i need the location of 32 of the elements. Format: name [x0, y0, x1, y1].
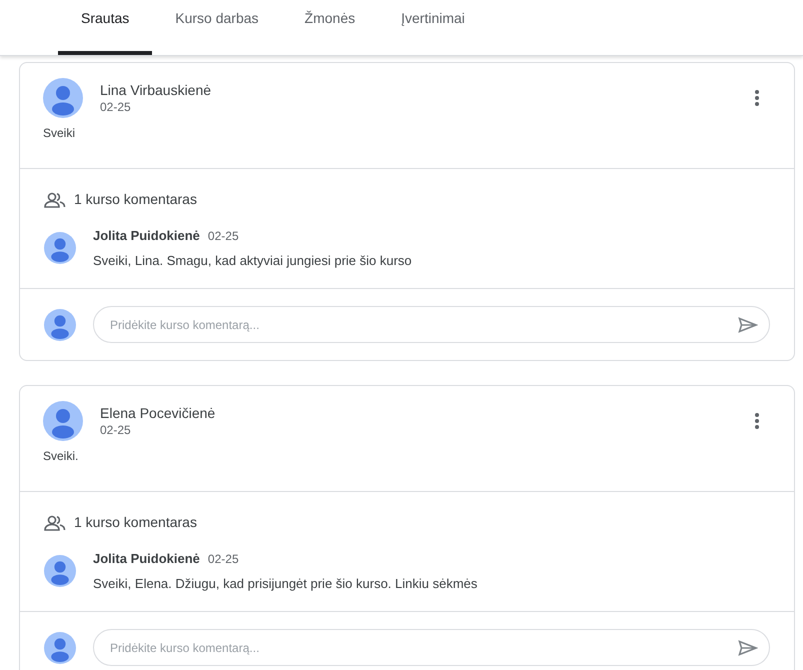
author-name: Elena Pocevičienė	[100, 404, 216, 422]
post-text: Sveiki.	[43, 448, 80, 465]
comment-text: Sveiki, Elena. Džiugu, kad prisijungėt prie šio kurso. Linkiu sėkmės	[93, 574, 478, 593]
comment-date: 02-25	[208, 551, 239, 568]
tab[interactable]: Žmonės	[282, 0, 378, 55]
send-icon[interactable]	[738, 317, 758, 333]
post-date: 02-25	[100, 99, 132, 115]
avatar-icon	[43, 78, 83, 118]
comment-text: Sveiki, Lina. Smagu, kad aktyviai jungiesi prie šio kurso	[93, 252, 412, 270]
author-name: Lina Virbauskienė	[100, 81, 212, 99]
tab[interactable]: Kurso darbas	[152, 0, 282, 55]
send-icon[interactable]	[738, 640, 758, 656]
people-icon	[44, 192, 66, 208]
post-date: 02-25	[100, 422, 132, 438]
avatar-icon	[44, 308, 76, 340]
comment-date: 02-25	[208, 228, 239, 245]
more-icon	[755, 90, 759, 106]
tab[interactable]: Srautas	[58, 0, 152, 55]
commenter-name: Jolita Puidokienė	[93, 550, 200, 568]
avatar-icon	[44, 555, 76, 587]
comment-field[interactable]: Pridėkite kurso komentarą...	[93, 629, 770, 666]
tab[interactable]: Įvertinimai	[378, 0, 488, 55]
avatar-icon	[44, 232, 76, 264]
class-comments-link[interactable]: 1 kurso komentaras	[44, 189, 197, 210]
avatar-icon	[43, 401, 83, 441]
people-icon	[44, 514, 66, 530]
commenter-name: Jolita Puidokienė	[93, 227, 200, 245]
more-icon	[755, 413, 759, 429]
comment-field[interactable]: Pridėkite kurso komentarą...	[93, 306, 770, 343]
avatar-icon	[44, 632, 76, 664]
post-text: Sveiki	[43, 125, 76, 142]
class-comments-link[interactable]: 1 kurso komentaras	[44, 512, 197, 533]
